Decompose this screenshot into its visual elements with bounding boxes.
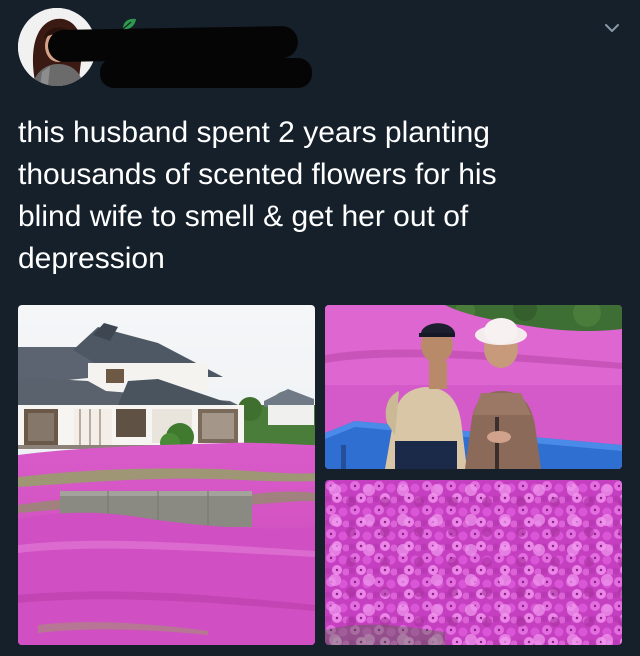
media-grid xyxy=(18,305,622,645)
flowers-closeup-photo[interactable] xyxy=(325,480,622,645)
tweet-text: this husband spent 2 years planting thou… xyxy=(18,112,618,280)
chevron-down-icon[interactable] xyxy=(600,18,624,38)
house-garden-photo[interactable] xyxy=(18,305,315,645)
couple-photo[interactable] xyxy=(325,305,622,469)
tweet-text-line: depression xyxy=(18,242,165,275)
tweet-text-line: thousands of scented flowers for his xyxy=(18,158,497,191)
redaction-mark xyxy=(100,58,312,88)
leaf-icon xyxy=(122,18,136,30)
tweet-text-line: blind wife to smell & get her out of xyxy=(18,200,469,233)
tweet-card: @c this husband spent 2 years planting t… xyxy=(0,0,640,656)
tweet-text-line: this husband spent 2 years planting xyxy=(18,116,490,149)
